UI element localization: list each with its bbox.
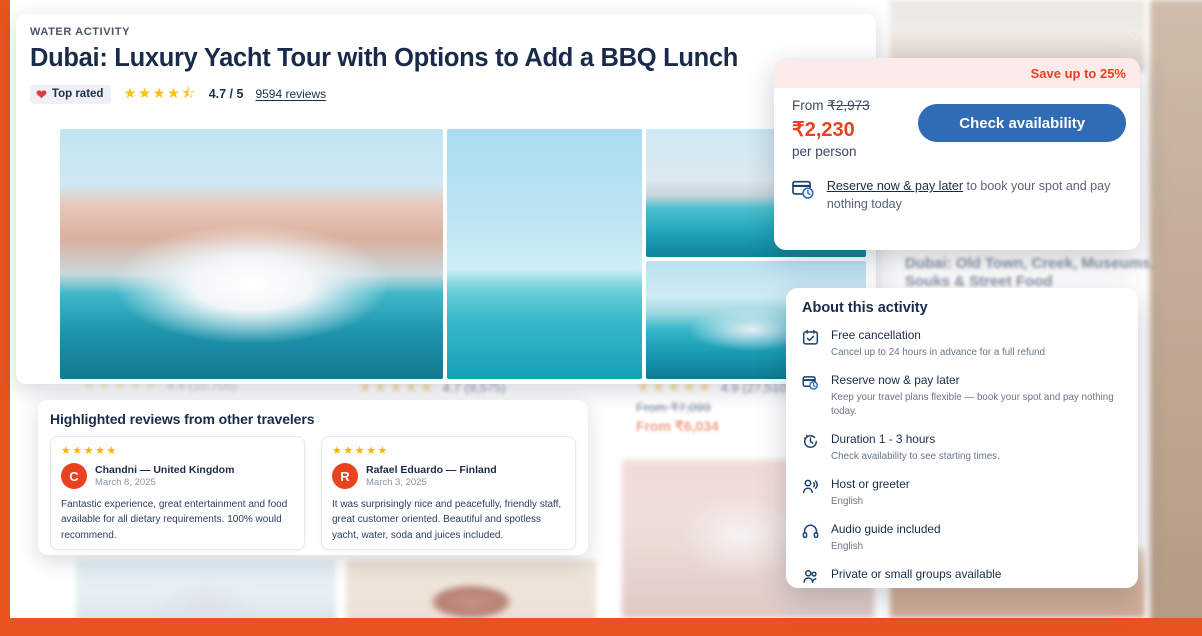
highlighted-reviews-title: Highlighted reviews from other travelers <box>50 411 315 427</box>
bg-price-new-right: From ₹6,034 <box>636 418 719 434</box>
bg-photo-hands-heart <box>346 560 596 618</box>
highlighted-reviews-list: ★★★★★ C Chandni — United Kingdom March 8… <box>50 436 576 550</box>
bg-result-title-right: Dubai: Old Town, Creek, Museums, Souks &… <box>905 255 1155 291</box>
top-rated-badge: ❤ Top rated <box>30 84 112 104</box>
avatar: C <box>61 463 87 490</box>
activity-meta-row: ❤ Top rated ★★★★⯪ 4.7 / 5 9594 reviews A… <box>30 84 862 104</box>
about-item-audio-guide: Audio guide included English <box>802 522 1122 554</box>
about-item-title: Free cancellation <box>831 328 921 342</box>
about-item-free-cancellation: Free cancellation Cancel up to 24 hours … <box>802 328 1122 360</box>
review-item: ★★★★★ C Chandni — United Kingdom March 8… <box>50 436 305 550</box>
highlighted-reviews-card: Highlighted reviews from other travelers… <box>38 400 588 555</box>
headphones-icon <box>802 522 820 554</box>
save-banner: Save up to 25% <box>774 58 1140 88</box>
about-item-host-greeter: Host or greeter English <box>802 477 1122 509</box>
rating-stars-icon: ★★★★⯪ <box>123 85 197 102</box>
review-stars-icon: ★★★★★ <box>61 445 118 457</box>
page-title: Dubai: Luxury Yacht Tour with Options to… <box>30 44 739 72</box>
clock-icon <box>802 432 820 464</box>
price-discounted: ₹2,230 <box>792 119 855 141</box>
about-item-title: Reserve now & pay later <box>831 373 960 388</box>
price-body: From ₹2,973 ₹2,230 per person Check avai… <box>774 88 1140 159</box>
review-date: March 8, 2025 <box>95 477 156 489</box>
review-stars-icon: ★★★★★ <box>332 445 389 457</box>
about-activity-title: About this activity <box>802 300 928 316</box>
gallery-image-main[interactable] <box>60 129 443 379</box>
review-item: ★★★★★ R Rafael Eduardo — Finland March 3… <box>321 436 576 550</box>
check-availability-button[interactable]: Check availability <box>918 104 1126 142</box>
review-body: Fantastic experience, great entertainmen… <box>61 498 288 541</box>
about-item-duration: Duration 1 - 3 hours Check availability … <box>802 432 1122 464</box>
avatar: R <box>332 463 358 490</box>
gallery-image-burj[interactable] <box>447 129 642 379</box>
price-details: From ₹2,973 ₹2,230 per person <box>792 98 908 159</box>
about-item-subtitle: English <box>831 541 864 553</box>
price-unit-label: per person <box>792 144 857 159</box>
review-author: Rafael Eduardo — Finland <box>366 464 497 476</box>
card-clock-icon <box>792 180 814 199</box>
reserve-text: Reserve now & pay later to book your spo… <box>827 177 1122 213</box>
about-item-subtitle: Check availability to see starting times… <box>831 451 1000 463</box>
review-header: C Chandni — United Kingdom March 8, 2025 <box>61 463 294 490</box>
reserve-now-pay-later-link[interactable]: Reserve now & pay later <box>827 179 963 193</box>
rating-value: 4.7 / 5 <box>208 87 244 102</box>
calendar-check-icon <box>802 328 820 360</box>
wishlist-heart-icon[interactable]: ♡ <box>1122 22 1148 48</box>
review-author: Chandni — United Kingdom <box>95 464 235 476</box>
bg-price-old-right: From ₹7,099 <box>636 400 711 415</box>
review-body: It was surprisingly nice and peacefully,… <box>332 498 562 541</box>
about-item-title: Host or greeter <box>831 476 910 491</box>
card-clock-icon <box>802 373 820 419</box>
about-item-subtitle: Keep your travel plans flexible — book y… <box>831 392 1114 418</box>
about-item-title: Audio guide included <box>831 521 941 536</box>
price-from-row: From ₹2,973 <box>792 98 908 114</box>
about-activity-panel: About this activity Free cancellation Ca… <box>786 288 1138 588</box>
photo-gallery: +28 <box>60 129 872 379</box>
review-date: March 3, 2025 <box>366 477 427 489</box>
reviews-count-link[interactable]: 9594 reviews <box>255 87 326 101</box>
app-root: ♡ mel Dubai: Old Town, Creek, Museums, S… <box>0 0 1202 636</box>
about-item-title: Duration 1 - 3 hours <box>831 431 936 446</box>
heart-icon: ❤ <box>36 86 47 102</box>
about-item-title: Private or small groups available <box>831 566 1002 581</box>
top-rated-label: Top rated <box>51 88 104 101</box>
group-icon <box>802 567 820 588</box>
about-item-reserve-pay-later: Reserve now & pay later Keep your travel… <box>802 373 1122 419</box>
activity-detail-card: WATER ACTIVITY Dubai: Luxury Yacht Tour … <box>16 14 876 384</box>
price-original: ₹2,973 <box>827 98 870 113</box>
bg-photo-edge <box>1150 0 1202 618</box>
about-item-private-groups: Private or small groups available <box>802 567 1122 588</box>
price-from-label: From <box>792 98 824 113</box>
review-header: R Rafael Eduardo — Finland March 3, 2025 <box>332 463 565 490</box>
about-item-subtitle: English <box>831 496 864 508</box>
reserve-now-pay-later-row: Reserve now & pay later to book your spo… <box>774 159 1140 213</box>
bg-photo-people-burj <box>76 560 336 618</box>
activity-category-kicker: WATER ACTIVITY <box>30 26 131 38</box>
save-banner-label: Save up to 25% <box>1030 65 1126 81</box>
host-icon <box>802 477 820 509</box>
about-item-subtitle: Cancel up to 24 hours in advance for a f… <box>831 347 1046 359</box>
booking-price-panel: Save up to 25% From ₹2,973 ₹2,230 per pe… <box>774 58 1140 250</box>
